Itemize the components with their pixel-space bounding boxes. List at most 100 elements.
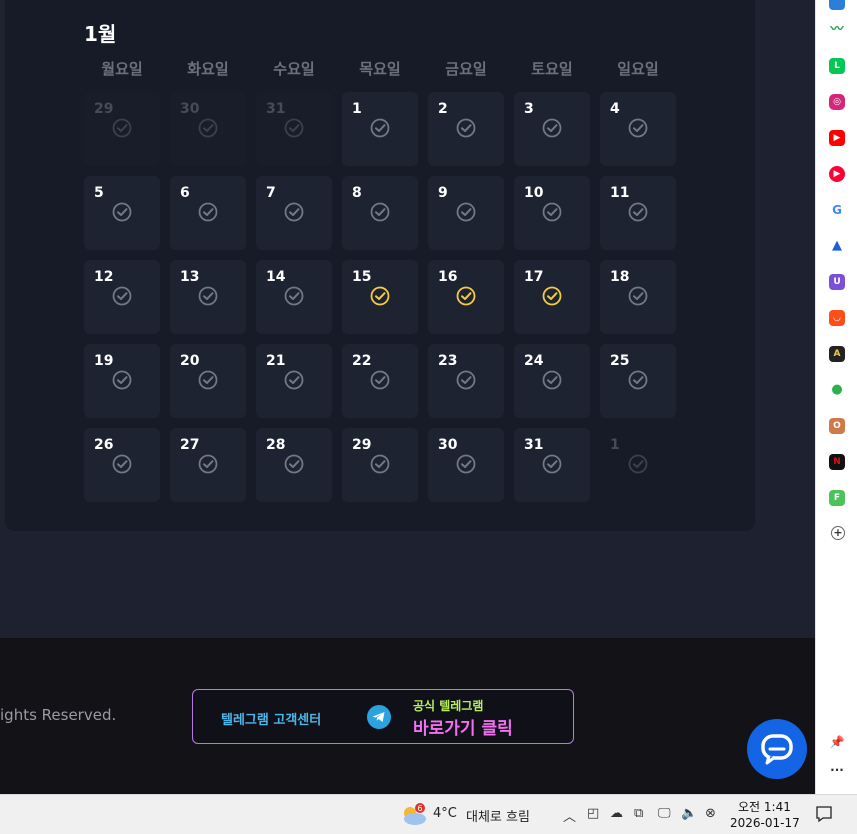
calendar-day[interactable]: 17 — [514, 260, 590, 334]
calendar-day[interactable]: 29 — [84, 92, 160, 166]
day-number: 8 — [352, 185, 362, 201]
calendar-day[interactable]: 30 — [428, 428, 504, 502]
day-number: 26 — [94, 437, 114, 453]
banner-right-line2: 바로가기 클릭 — [413, 719, 513, 739]
calendar-day[interactable]: 2 — [428, 92, 504, 166]
more-icon[interactable]: ··· — [829, 762, 845, 778]
add-icon[interactable]: + — [831, 526, 845, 540]
calendar-day[interactable]: 31 — [514, 428, 590, 502]
weather-widget[interactable]: 6 — [400, 803, 428, 831]
calendar-day[interactable]: 19 — [84, 344, 160, 418]
calendar-day[interactable]: 25 — [600, 344, 676, 418]
weather-description: 대체로 흐림 — [466, 810, 530, 825]
calendar-day[interactable]: 5 — [84, 176, 160, 250]
banner-left-text: 텔레그램 고객센터 — [221, 713, 322, 728]
calendar-day[interactable]: 28 — [256, 428, 332, 502]
netflix-icon[interactable]: N — [829, 454, 845, 470]
calendar-day[interactable]: 9 — [428, 176, 504, 250]
close-circle-icon[interactable]: ⊗ — [705, 806, 716, 821]
cloudy-weather-icon: 6 — [404, 803, 426, 825]
calendar-day[interactable]: 15 — [342, 260, 418, 334]
check-circle-icon — [198, 118, 218, 138]
youtube-music-icon[interactable]: ▶ — [829, 166, 845, 182]
day-number: 22 — [352, 353, 372, 369]
clock-time[interactable]: 오전 1:41 — [738, 798, 791, 815]
check-circle-icon — [628, 454, 648, 474]
camera-icon[interactable]: ◰ — [587, 806, 599, 821]
calendar-day[interactable]: 13 — [170, 260, 246, 334]
calendar-day[interactable]: 7 — [256, 176, 332, 250]
clock-date[interactable]: 2026-01-17 — [730, 816, 800, 830]
calendar-day[interactable]: 4 — [600, 92, 676, 166]
calendar-day[interactable]: 11 — [600, 176, 676, 250]
calendar-day[interactable]: 22 — [342, 344, 418, 418]
check-circle-icon — [628, 118, 648, 138]
youtube-icon[interactable]: ▶ — [829, 130, 845, 146]
google-icon[interactable]: G — [829, 202, 845, 218]
leaf-icon[interactable]: ● — [829, 382, 845, 398]
day-number: 25 — [610, 353, 630, 369]
calendar-day[interactable]: 12 — [84, 260, 160, 334]
pin-icon[interactable]: 📌 — [829, 734, 845, 750]
o-icon[interactable]: O — [829, 418, 845, 434]
calendar-day[interactable]: 24 — [514, 344, 590, 418]
day-number: 7 — [266, 185, 276, 201]
edge-icon[interactable] — [829, 0, 845, 10]
day-number: 9 — [438, 185, 448, 201]
calendar-day[interactable]: 10 — [514, 176, 590, 250]
calendar-day[interactable]: 26 — [84, 428, 160, 502]
calendar-day[interactable]: 6 — [170, 176, 246, 250]
weekday-label: 금요일 — [445, 60, 487, 78]
weekday-label: 수요일 — [273, 60, 315, 78]
calendar-day[interactable]: 30 — [170, 92, 246, 166]
check-circle-icon — [542, 202, 562, 222]
notification-icon[interactable] — [815, 805, 833, 827]
day-number: 3 — [524, 101, 534, 117]
network-share-icon[interactable]: ⧉ — [634, 806, 643, 821]
check-circle-icon — [542, 118, 562, 138]
day-number: 24 — [524, 353, 544, 369]
day-number: 19 — [94, 353, 114, 369]
calendar-day[interactable]: 14 — [256, 260, 332, 334]
calendar-day[interactable]: 23 — [428, 344, 504, 418]
calendar-day[interactable]: 29 — [342, 428, 418, 502]
temperature: 4°C — [433, 806, 457, 821]
u-icon[interactable]: U — [829, 274, 845, 290]
check-circle-icon — [112, 454, 132, 474]
calendar-day[interactable]: 20 — [170, 344, 246, 418]
chat-button[interactable] — [747, 719, 807, 779]
day-number: 28 — [266, 437, 286, 453]
day-number: 1 — [352, 101, 362, 117]
volume-icon[interactable]: 🔈 — [681, 806, 697, 821]
mountain-icon[interactable]: ▲ — [829, 238, 845, 254]
check-circle-icon — [284, 286, 304, 306]
f-icon[interactable]: F — [829, 490, 845, 506]
day-number: 18 — [610, 269, 630, 285]
stock-chart-icon[interactable]: 〰 — [829, 22, 845, 38]
calendar-day[interactable]: 8 — [342, 176, 418, 250]
check-circle-icon — [456, 118, 476, 138]
monitor-icon[interactable]: 🖵 — [658, 806, 671, 821]
calendar-day[interactable]: 16 — [428, 260, 504, 334]
day-number: 16 — [438, 269, 458, 285]
alert-icon[interactable]: A — [829, 346, 845, 362]
calendar-day[interactable]: 1 — [600, 428, 676, 502]
calendar-day[interactable]: 18 — [600, 260, 676, 334]
calendar-day[interactable]: 3 — [514, 92, 590, 166]
calendar-day[interactable]: 21 — [256, 344, 332, 418]
cloud-icon[interactable]: ☁ — [610, 806, 623, 821]
aliexpress-icon[interactable]: ◡ — [829, 310, 845, 326]
day-number: 17 — [524, 269, 544, 285]
calendar-day[interactable]: 31 — [256, 92, 332, 166]
telegram-banner[interactable]: 텔레그램 고객센터 공식 텔레그램 바로가기 클릭 — [192, 689, 574, 744]
chevron-up-icon[interactable]: ︿ — [563, 806, 576, 825]
day-number: 23 — [438, 353, 458, 369]
check-circle-icon — [112, 370, 132, 390]
calendar-day[interactable]: 1 — [342, 92, 418, 166]
weekday-label: 일요일 — [617, 60, 659, 78]
weekday-label: 목요일 — [359, 60, 401, 78]
weekday-label: 화요일 — [187, 60, 229, 78]
instagram-icon[interactable]: ◎ — [829, 94, 845, 110]
calendar-day[interactable]: 27 — [170, 428, 246, 502]
line-icon[interactable]: L — [829, 58, 845, 74]
